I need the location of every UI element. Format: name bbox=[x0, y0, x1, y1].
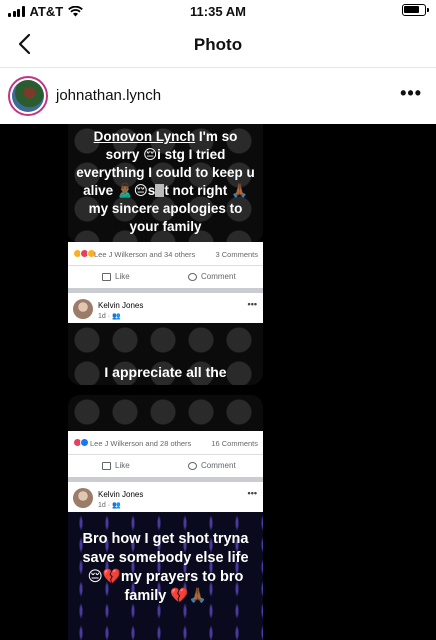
comment-row: Kelvin Jones 1d · 👥 ••• bbox=[68, 482, 263, 512]
post-photo[interactable]: Donovon Lynch I'm so sorry 😔i stg I trie… bbox=[0, 124, 436, 640]
status-bar: AT&T 11:35 AM bbox=[0, 0, 436, 22]
comment-icon bbox=[188, 461, 197, 470]
post-header: johnathan.lynch ••• bbox=[0, 68, 436, 124]
action-bar: Like Comment bbox=[68, 266, 263, 288]
username-link[interactable]: johnathan.lynch bbox=[56, 87, 161, 104]
comment-count[interactable]: 3 Comments bbox=[215, 250, 258, 259]
comment-count[interactable]: 16 Comments bbox=[211, 439, 258, 448]
nav-bar: Photo bbox=[0, 22, 436, 68]
clock: 11:35 AM bbox=[190, 4, 246, 19]
reactions-bar[interactable]: Lee J Wilkerson and 28 others 16 Comment… bbox=[68, 431, 263, 455]
comment-icon bbox=[188, 272, 197, 281]
comment-meta: 1d · 👥 bbox=[98, 313, 121, 320]
battery-level bbox=[404, 6, 419, 13]
story-card-4: Bro how I get shot tryna save somebody e… bbox=[68, 512, 263, 640]
more-horizontal-icon[interactable]: ••• bbox=[248, 299, 257, 309]
comment-meta: 1d · 👥 bbox=[98, 502, 121, 509]
more-horizontal-icon[interactable]: ••• bbox=[248, 488, 257, 498]
avatar[interactable] bbox=[73, 299, 93, 319]
story-3-text: Bro how I get shot tryna save somebody e… bbox=[82, 531, 249, 604]
story-card-2: I appreciate all the bbox=[68, 323, 263, 385]
comment-row: Kelvin Jones 1d · 👥 ••• bbox=[68, 293, 263, 323]
like-label: Like bbox=[115, 461, 130, 470]
story-card-1: Donovon Lynch I'm so sorry 😔i stg I trie… bbox=[68, 124, 263, 242]
action-bar: Like Comment bbox=[68, 455, 263, 477]
comment-label: Comment bbox=[201, 461, 236, 470]
fb-card-2: Lee J Wilkerson and 28 others 16 Comment… bbox=[68, 431, 263, 512]
reactions-bar[interactable]: Lee J Wilkerson and 34 others 3 Comments bbox=[68, 242, 263, 266]
story-2-text: I appreciate all the bbox=[104, 364, 227, 380]
like-icon bbox=[102, 272, 111, 281]
reaction-names: Lee J Wilkerson and 34 others bbox=[94, 250, 196, 259]
mention-link: Donovon Lynch bbox=[93, 129, 196, 144]
reaction-names: Lee J Wilkerson and 28 others bbox=[90, 439, 192, 448]
commenter-name[interactable]: Kelvin Jones bbox=[98, 301, 143, 310]
story-1-text: Donovon Lynch I'm so sorry 😔i stg I trie… bbox=[68, 124, 263, 236]
battery-icon bbox=[402, 4, 429, 16]
story-card-3 bbox=[68, 395, 263, 431]
commenter-name[interactable]: Kelvin Jones bbox=[98, 490, 143, 499]
comment-label: Comment bbox=[201, 272, 236, 281]
like-button[interactable]: Like bbox=[102, 461, 130, 470]
like-button[interactable]: Like bbox=[102, 272, 130, 281]
avatar[interactable] bbox=[73, 488, 93, 508]
chevron-left-icon[interactable] bbox=[14, 32, 38, 56]
comment-button[interactable]: Comment bbox=[188, 272, 236, 281]
page-title: Photo bbox=[193, 35, 243, 54]
censor-block bbox=[155, 184, 165, 197]
reaction-icons bbox=[73, 438, 89, 447]
reaction-icons bbox=[73, 249, 96, 258]
comment-button[interactable]: Comment bbox=[188, 461, 236, 470]
like-label: Like bbox=[115, 272, 130, 281]
more-horizontal-icon[interactable]: ••• bbox=[400, 84, 422, 102]
like-icon bbox=[102, 461, 111, 470]
avatar[interactable] bbox=[8, 76, 48, 116]
fb-card-1: Lee J Wilkerson and 34 others 3 Comments… bbox=[68, 242, 263, 323]
